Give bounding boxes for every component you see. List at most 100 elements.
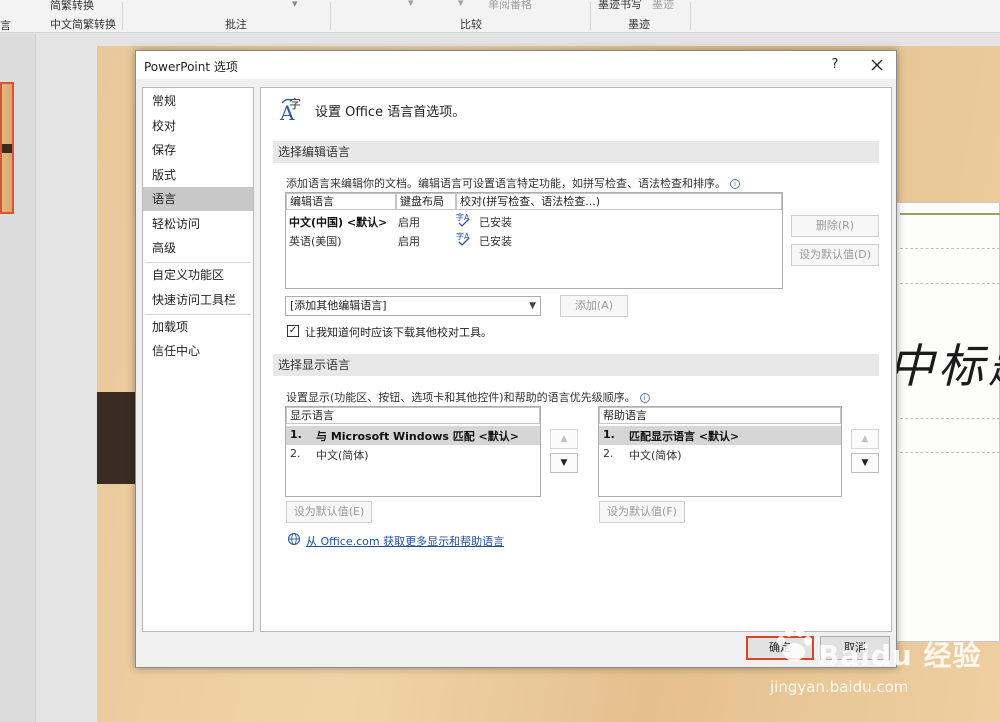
display-language-item[interactable]: 与 Microsoft Windows 匹配 <默认> <box>316 428 519 444</box>
svg-text:字: 字 <box>289 96 301 111</box>
editing-language-row-lang[interactable]: 英语(美国) <box>289 233 342 249</box>
more-languages-link[interactable]: 从 Office.com 获取更多显示和帮助语言 <box>306 533 504 549</box>
page-title: 设置 Office 语言首选项。 <box>315 105 466 120</box>
remove-language-button[interactable]: 删除(R) <box>791 215 879 237</box>
dialog-titlebar[interactable]: PowerPoint 选项 ? <box>136 51 896 79</box>
card-guide-line <box>900 452 1000 453</box>
editing-language-row-proofing: 已安装 <box>479 235 512 248</box>
display-language-item-number: 1. <box>290 428 302 441</box>
set-default-display-language-button[interactable]: 设为默认值(E) <box>286 501 372 523</box>
ribbon-separator <box>690 2 691 30</box>
display-language-list[interactable]: 显示语言 1. 与 Microsoft Windows 匹配 <默认> 2. 中… <box>285 406 541 497</box>
column-header-editing-language[interactable]: 编辑语言 <box>286 193 396 210</box>
info-icon[interactable]: i <box>639 393 650 403</box>
chevron-down-icon[interactable]: ▾ <box>408 0 414 9</box>
display-move-up-button[interactable]: ▲ <box>550 429 578 449</box>
spellcheck-icon: 字A <box>456 212 470 227</box>
column-header-proofing[interactable]: 校对(拼写检查、语法检查...) <box>456 193 782 210</box>
nav-item-language[interactable]: 语言 <box>143 187 253 211</box>
globe-icon <box>287 532 301 546</box>
nav-item-customize-ribbon[interactable]: 自定义功能区 <box>143 263 253 287</box>
nav-item-addins[interactable]: 加载项 <box>143 315 253 339</box>
slide-calligraphy-text: 中标题 <box>888 339 1000 393</box>
chevron-down-icon: ▼ <box>861 458 869 468</box>
download-proofing-tools-checkbox[interactable]: ✓ <box>287 325 299 337</box>
close-button[interactable] <box>862 53 892 77</box>
ribbon-group-compare: 比较 <box>460 18 482 31</box>
display-move-down-button[interactable]: ▼ <box>550 453 578 473</box>
nav-item-advanced[interactable]: 高级 <box>143 236 253 260</box>
add-editing-language-value: [添加其他编辑语言] <box>290 299 387 312</box>
ribbon-group-comments: 批注 <box>225 18 247 31</box>
ribbon-separator <box>122 2 123 30</box>
slide-thumbnail[interactable] <box>0 82 14 214</box>
card-accent-line <box>900 213 1000 215</box>
options-content: A 字 设置 Office 语言首选项。 选择编辑语言 添加语言来编辑你的文档。… <box>260 87 892 632</box>
display-language-item-number: 2. <box>290 447 301 460</box>
spellcheck-icon: 字A <box>456 231 470 246</box>
language-icon: A 字 <box>279 96 301 124</box>
editing-language-description-text: 添加语言来编辑你的文档。编辑语言可设置语言特定功能，如拼写检查、语法检查和排序。 <box>286 177 726 190</box>
editing-language-description: 添加语言来编辑你的文档。编辑语言可设置语言特定功能，如拼写检查、语法检查和排序。… <box>286 175 740 191</box>
card-guide-line <box>900 248 1000 249</box>
display-language-section-title: 选择显示语言 <box>273 354 879 376</box>
add-language-button[interactable]: 添加(A) <box>560 295 628 317</box>
editing-language-row-keyboard: 启用 <box>398 216 420 229</box>
help-language-item[interactable]: 中文(简体) <box>629 447 682 463</box>
editing-language-list[interactable]: 编辑语言 键盘布局 校对(拼写检查、语法检查...) 中文(中国) <默认> 启… <box>285 192 783 289</box>
help-button[interactable]: ? <box>820 54 850 76</box>
card-guide-line <box>900 283 1000 284</box>
chevron-down-icon: ▼ <box>560 458 568 468</box>
nav-item-accessibility[interactable]: 轻松访问 <box>143 212 253 236</box>
ribbon-separator <box>590 2 591 30</box>
thumbnail-band <box>2 144 12 153</box>
slide-card <box>896 202 1000 642</box>
chevron-down-icon[interactable]: ▾ <box>292 0 298 10</box>
download-proofing-tools-label: 让我知道何时应该下载其他校对工具。 <box>305 326 492 339</box>
help-move-down-button[interactable]: ▼ <box>851 453 879 473</box>
ribbon-separator <box>330 2 331 30</box>
help-language-header: 帮助语言 <box>599 407 841 424</box>
nav-item-proofing[interactable]: 校对 <box>143 114 253 138</box>
editing-language-row-keyboard: 启用 <box>398 235 420 248</box>
chevron-up-icon: ▲ <box>560 434 568 444</box>
card-guide-line <box>900 418 1000 419</box>
editing-language-row-proofing: 已安装 <box>479 216 512 229</box>
display-language-description: 设置显示(功能区、按钮、选项卡和其他控件)和帮助的语言优先级顺序。 i <box>286 389 650 405</box>
display-language-item[interactable]: 中文(简体) <box>316 447 369 463</box>
convert-button[interactable]: 简繁转换 <box>50 0 94 13</box>
slide-dark-band <box>97 392 137 484</box>
ink-button[interactable]: 墨迹 <box>652 0 674 12</box>
nav-item-general[interactable]: 常规 <box>143 89 253 113</box>
set-default-editing-language-button[interactable]: 设为默认值(D) <box>791 244 879 266</box>
slide-thumbnail-pane <box>0 34 36 722</box>
compare-button[interactable]: 单阅番格 <box>488 0 532 12</box>
help-language-item[interactable]: 匹配显示语言 <默认> <box>629 428 739 444</box>
help-move-up-button[interactable]: ▲ <box>851 429 879 449</box>
set-default-help-language-button[interactable]: 设为默认值(F) <box>599 501 685 523</box>
nav-item-layout[interactable]: 版式 <box>143 163 253 187</box>
options-dialog: PowerPoint 选项 ? 常规 校对 保存 版式 语言 轻松访问 高级 自… <box>135 50 897 668</box>
ribbon-partial-label: 言 <box>0 19 11 32</box>
cancel-button[interactable]: 取消 <box>820 636 890 660</box>
ribbon: 言 简繁转换 中文简繁转换 ▾ 批注 ▾ ▾ 单阅番格 比较 墨迹书写 墨迹 墨… <box>0 0 1000 33</box>
ink-writing-button[interactable]: 墨迹书写 <box>598 0 642 12</box>
close-icon <box>871 59 883 71</box>
editing-language-row-lang[interactable]: 中文(中国) <默认> <box>289 214 387 230</box>
editing-language-section-title: 选择编辑语言 <box>273 141 879 163</box>
ribbon-group-convert: 中文简繁转换 <box>50 18 116 31</box>
help-language-list[interactable]: 帮助语言 1. 匹配显示语言 <默认> 2. 中文(简体) <box>598 406 842 497</box>
help-language-item-number: 1. <box>603 428 615 441</box>
chevron-down-icon[interactable]: ▾ <box>458 0 464 9</box>
info-icon[interactable]: i <box>730 179 740 189</box>
add-editing-language-combo[interactable]: [添加其他编辑语言] ▼ <box>285 296 541 316</box>
column-header-keyboard-layout[interactable]: 键盘布局 <box>396 193 456 210</box>
nav-item-trust-center[interactable]: 信任中心 <box>143 339 253 363</box>
nav-item-save[interactable]: 保存 <box>143 138 253 162</box>
ok-button[interactable]: 确定 <box>746 636 814 660</box>
display-language-description-text: 设置显示(功能区、按钮、选项卡和其他控件)和帮助的语言优先级顺序。 <box>286 391 636 404</box>
options-nav: 常规 校对 保存 版式 语言 轻松访问 高级 自定义功能区 快速访问工具栏 加载… <box>142 87 254 632</box>
nav-item-quick-access-toolbar[interactable]: 快速访问工具栏 <box>143 288 253 312</box>
dialog-title: PowerPoint 选项 <box>144 60 238 74</box>
ribbon-group-ink: 墨迹 <box>628 18 650 31</box>
